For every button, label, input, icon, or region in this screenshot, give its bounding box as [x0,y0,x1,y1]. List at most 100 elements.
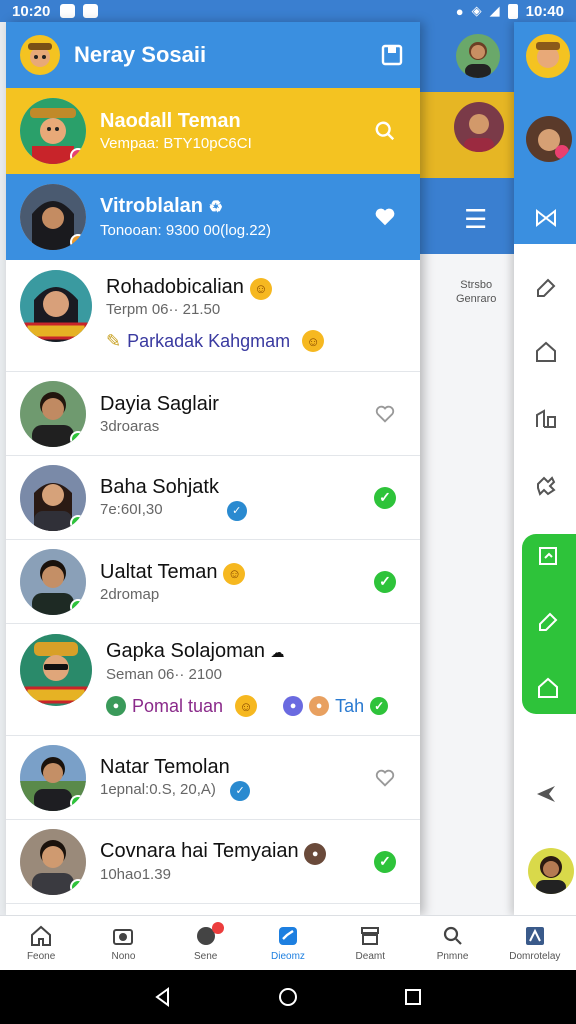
chat-subtitle: Terpm 06·· 21.50 [106,301,221,318]
check-icon[interactable]: ✓ [372,485,398,511]
home-outline-icon[interactable] [532,338,560,366]
chat-row[interactable]: Natar Temolan 1epnal:0.S, 20,A) ✓ [6,736,420,820]
nav-home[interactable]: Feone [0,916,82,970]
background-note-line: Strsbo [460,279,493,291]
status-bar: 10:20 ● ◈ ◢ 10:40 [0,0,576,22]
send-icon[interactable] [532,780,560,808]
gamepad-icon [83,4,99,18]
house-icon[interactable] [534,674,562,702]
smile-emoji-icon: ☺ [223,562,246,585]
chat-name: Naodall Teman [100,110,241,132]
chat-row[interactable]: Gapka Solajoman ☁ Seman 06·· 2100 ● Poma… [6,624,420,736]
check-icon: ✓ [370,697,389,715]
chat-subtitle: Vempaa: BTY10pC6CI [100,135,252,152]
chat-row[interactable]: Naodall Teman Vempaa: BTY10pC6CI [6,88,420,174]
profile-avatar[interactable] [20,35,60,75]
chat-row[interactable]: Baha Sohjatk 7е:60I,30 ✓ ✓ [6,456,420,540]
status-dot [70,234,86,250]
chat-row[interactable]: Ualtat Teman ☺ 2dromap ✓ [6,540,420,624]
search-icon [443,926,462,945]
nav-archive[interactable]: Deamt [329,916,411,970]
nav-label: Feone [26,951,56,962]
avatar [20,184,86,250]
chat-row[interactable]: Covnara hai Temyaian ● 10hao1.39 ✓ [6,820,420,904]
chat-extra-text: Parkadak Kahgmam [127,330,291,351]
puzzle-icon[interactable] [532,472,560,500]
avatar [20,744,86,811]
status-time-left: 10:20 [12,2,51,20]
system-nav-bar [0,970,576,1024]
contacts-icon [278,927,297,945]
read-receipt-icon: ✓ [230,781,251,801]
chat-extra: ● Pomal tuan ☺ ● ● Tah ✓ [106,695,389,717]
nav-label: Sene [194,951,218,962]
heart-outline-icon[interactable] [372,765,398,791]
avatar [20,464,86,531]
nav-chats[interactable]: Sene [165,916,247,970]
chat-name-text: Covnara hai Temyaian [100,840,299,862]
sticker-icon: ● [309,696,330,716]
chat-name: Covnara hai Temyaian ● [100,838,327,865]
chat-name: Natar Temolan [100,756,230,778]
notification-badge [211,922,224,934]
nav-settings[interactable]: Domrotelay [494,916,576,970]
rail-avatar[interactable] [526,116,572,162]
avatar [20,828,86,895]
online-dot [70,598,86,615]
cloud-emoji-icon: ☁ [270,644,285,660]
chat-name: Dayia Saglair [100,392,219,415]
edit-icon[interactable] [532,274,560,302]
chat-subtitle: 1epnal:0.S, 20,A) ✓ [100,780,251,801]
online-dot [70,430,86,447]
archive-icon [361,927,380,945]
chat-subtitle: 3droaras [100,417,160,435]
heart-outline-icon[interactable] [372,401,398,427]
search-icon[interactable] [372,118,398,144]
badge-icon[interactable] [534,542,562,570]
online-dot [70,514,86,531]
pencil-icon: ✎ [106,330,122,351]
home-button-icon[interactable] [276,985,300,1009]
rail-avatar[interactable] [526,34,570,78]
nav-search[interactable]: Pnmne [411,916,493,970]
online-dot [70,794,86,811]
chat-name: Baha Sohjatk [100,476,219,498]
check-icon[interactable]: ✓ [372,569,398,595]
nav-label: Deamt [355,951,385,962]
avatar [20,548,86,615]
heart-icon[interactable] [372,204,398,230]
chat-subtitle: 2dromap [100,585,160,603]
chat-row[interactable]: Rohadobicalian ☺ Terpm 06·· 21.50 ✎ Parka… [6,260,420,372]
pen-icon[interactable] [534,608,562,636]
chat-name-text: Rohadobicalian [106,276,244,298]
chat-extra-text: Pomal tuan [132,695,224,716]
chat-row[interactable]: Dayia Saglair 3droaras [6,372,420,456]
compose-icon[interactable] [378,41,406,69]
menu-icon[interactable]: ☰ [464,206,487,232]
rail-avatar[interactable] [528,848,574,894]
battery-icon [507,3,518,19]
background-note-line: Genraro [456,293,497,305]
nav-camera[interactable]: Nono [82,916,164,970]
status-time-right: 10:40 [525,2,564,20]
read-receipt-icon: ✓ [226,501,247,521]
chat-subtitle: 7е:60I,30 ✓ [100,500,247,521]
bowtie-icon[interactable] [532,204,560,232]
chat-row[interactable]: Vitroblalan ♻ Tonooan: 9300 00(log.22) [6,174,420,260]
status-dot [70,148,86,164]
sync-icon: ◈ [471,3,482,18]
building-icon[interactable] [532,404,560,432]
check-icon[interactable]: ✓ [372,849,398,875]
nav-label: Nono [111,951,136,962]
back-icon[interactable] [151,985,175,1009]
background-avatar [456,34,500,78]
chat-name-text: Ualtat Teman [100,560,218,583]
camera-icon [113,929,134,945]
right-rail [514,22,576,915]
contact-photo-icon: ● [304,843,327,865]
nav-contacts[interactable]: Dieomz [247,916,329,970]
home-icon [31,925,52,946]
sticker-icon: ● [283,696,304,716]
recents-icon[interactable] [401,985,425,1009]
sticker-icon: ● [106,696,126,716]
